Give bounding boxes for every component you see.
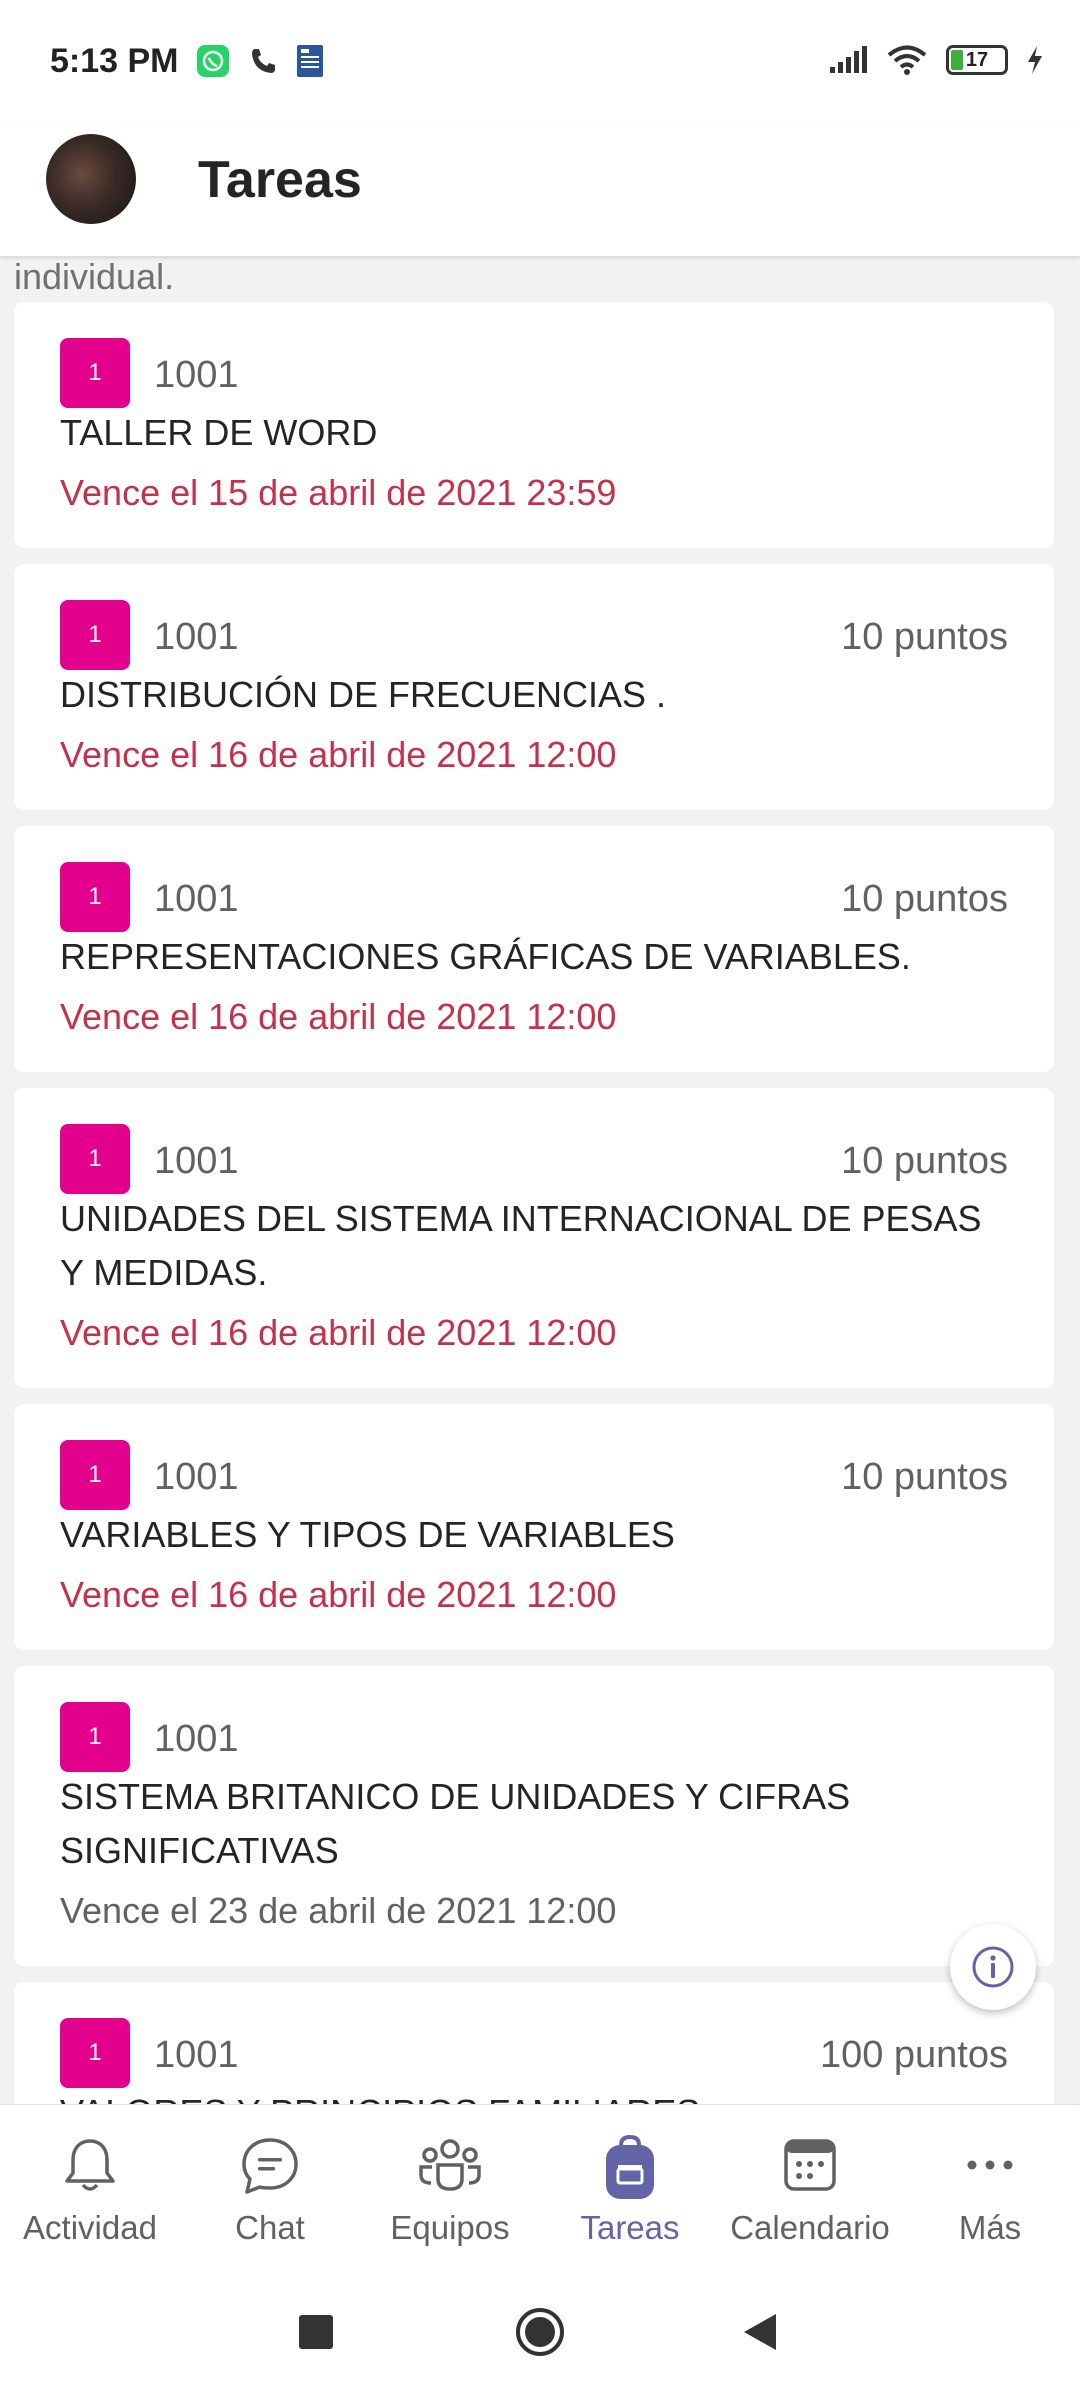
due-date: Vence el 16 de abril de 2021 12:00: [60, 1312, 617, 1353]
tab-label: Chat: [235, 2209, 305, 2246]
info-button[interactable]: [950, 1924, 1036, 2010]
class-badge: 1: [60, 2018, 130, 2088]
points-label: 10 puntos: [841, 1140, 1008, 1182]
class-name: 1001: [154, 1718, 239, 1760]
app-header: [0, 128, 1080, 256]
class-name: 1001: [154, 616, 239, 658]
tab-actividad[interactable]: Actividad: [0, 2105, 180, 2271]
class-badge: 1: [60, 1440, 130, 1510]
status-time: 5:13 PM: [50, 42, 179, 80]
tab-tareas[interactable]: Tareas: [540, 2105, 720, 2271]
points-label: 10 puntos: [841, 1456, 1008, 1498]
assignment-card[interactable]: 1 1001 100 puntos VALORES Y PRINCIPIOS F…: [14, 1982, 1054, 2104]
assignment-card[interactable]: 1 1001 10 puntos DISTRIBUCIÓN DE FRECUEN…: [14, 564, 1054, 810]
class-name: 1001: [154, 1140, 239, 1182]
more-icon: [967, 2160, 1013, 2170]
whatsapp-icon: [197, 45, 229, 77]
recents-button[interactable]: [298, 2314, 334, 2350]
assignment-title: SISTEMA BRITANICO DE UNIDADES Y CIFRAS S…: [60, 1776, 851, 1871]
assignment-card[interactable]: 1 1001 10 puntos UNIDADES DEL SISTEMA IN…: [14, 1088, 1054, 1388]
word-doc-icon: [297, 45, 323, 77]
assignment-title: TALLER DE WORD: [60, 412, 378, 453]
status-bar: 5:13 PM 17: [0, 0, 1080, 128]
tab-label: Más: [958, 2209, 1022, 2246]
partial-text: individual.: [14, 256, 175, 297]
system-nav-bar: [0, 2270, 1080, 2400]
tab-equipos[interactable]: Equipos: [360, 2105, 540, 2271]
tab-chat[interactable]: Chat: [180, 2105, 360, 2271]
battery-indicator: 17: [946, 45, 1008, 75]
class-name: 1001: [154, 1456, 239, 1498]
page-title: Tareas: [198, 151, 362, 209]
assignment-title: DISTRIBUCIÓN DE FRECUENCIAS .: [60, 674, 667, 715]
assignment-card[interactable]: 1 1001 SISTEMA BRITANICO DE UNIDADES Y C…: [14, 1666, 1054, 1966]
info-icon: [972, 1946, 1014, 1988]
tab-label: Equipos: [390, 2209, 510, 2246]
points-label: 10 puntos: [841, 878, 1008, 920]
wifi-icon: [887, 45, 927, 75]
assignment-card[interactable]: 1 1001 TALLER DE WORD Vence el 15 de abr…: [14, 302, 1054, 548]
points-label: 100 puntos: [819, 2034, 1008, 2076]
tab-calendario[interactable]: Calendario: [720, 2105, 900, 2271]
bottom-tab-bar: Actividad Chat Equipos Tareas Calendario…: [0, 2104, 1080, 2271]
phone-icon: [252, 49, 275, 73]
system-icons: 17: [828, 44, 1044, 76]
class-badge: 1: [60, 862, 130, 932]
due-date: Vence el 16 de abril de 2021 12:00: [60, 734, 617, 775]
class-name: 1001: [154, 354, 239, 396]
tab-label: Calendario: [730, 2209, 890, 2246]
calendar-icon: [784, 2139, 836, 2191]
teams-icon: [419, 2139, 481, 2191]
assignment-card[interactable]: 1 1001 10 puntos VARIABLES Y TIPOS DE VA…: [14, 1404, 1054, 1650]
class-badge: 1: [60, 338, 130, 408]
chat-icon: [242, 2138, 298, 2194]
due-date: Vence el 16 de abril de 2021 12:00: [60, 1574, 617, 1615]
signal-icon: [830, 46, 867, 73]
assignment-title: VARIABLES Y TIPOS DE VARIABLES: [60, 1514, 675, 1555]
class-name: 1001: [154, 2034, 239, 2076]
back-button[interactable]: [740, 2312, 780, 2352]
assignment-card[interactable]: 1 1001 10 puntos REPRESENTACIONES GRÁFIC…: [14, 826, 1054, 1072]
points-label: 10 puntos: [841, 616, 1008, 658]
due-date: Vence el 15 de abril de 2021 23:59: [60, 472, 617, 513]
tab-label: Actividad: [23, 2209, 157, 2246]
class-badge: 1: [60, 600, 130, 670]
avatar[interactable]: [46, 134, 136, 224]
charging-icon: [1028, 46, 1042, 74]
home-button[interactable]: [514, 2306, 566, 2358]
class-badge: 1: [60, 1124, 130, 1194]
assignments-list[interactable]: individual. 1 1001 TALLER DE WORD Vence …: [0, 256, 1080, 2104]
backpack-icon: [606, 2135, 654, 2199]
assignment-title: UNIDADES DEL SISTEMA INTERNACIONAL DE PE…: [60, 1198, 982, 1293]
assignment-title: REPRESENTACIONES GRÁFICAS DE VARIABLES.: [60, 936, 911, 977]
bell-icon: [65, 2139, 115, 2191]
due-date: Vence el 16 de abril de 2021 12:00: [60, 996, 617, 1037]
tab-label: Tareas: [580, 2209, 680, 2246]
class-name: 1001: [154, 878, 239, 920]
notification-icons: [196, 44, 324, 78]
assignment-title: VALORES Y PRINCIPIOS FAMILIARES: [60, 2086, 1008, 2104]
tab-mas[interactable]: Más: [900, 2105, 1080, 2271]
due-date: Vence el 23 de abril de 2021 12:00: [60, 1890, 617, 1931]
class-badge: 1: [60, 1702, 130, 1772]
